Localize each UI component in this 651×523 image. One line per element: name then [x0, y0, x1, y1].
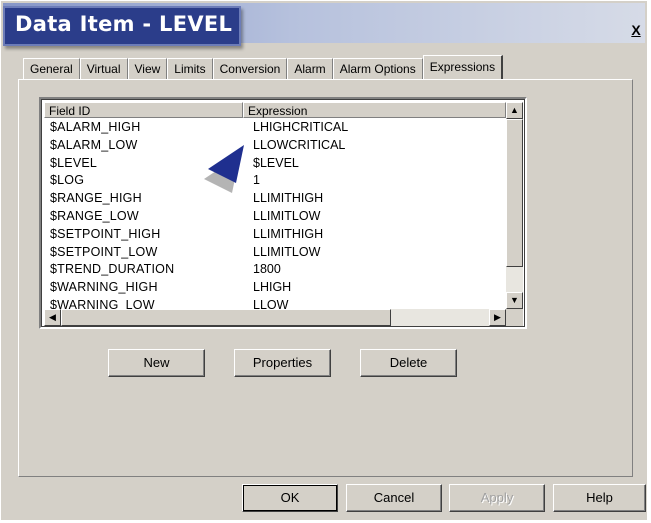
expressions-list[interactable]: Field ID Expression $ALARM_HIGH LHIGHCRIT… [39, 97, 527, 329]
ok-button[interactable]: OK [242, 484, 338, 512]
tab-virtual[interactable]: Virtual [79, 58, 128, 79]
tab-alarm-options[interactable]: Alarm Options [332, 58, 423, 79]
expression-cell: 1800 [253, 262, 281, 277]
table-row[interactable]: $LEVEL $LEVEL [44, 155, 506, 173]
table-row[interactable]: $ALARM_HIGH LHIGHCRITICAL [44, 119, 506, 137]
scroll-right-arrow-icon[interactable]: ▶ [489, 309, 506, 326]
scroll-down-arrow-icon[interactable]: ▼ [506, 292, 523, 309]
data-item-dialog: Data Item - LEVEL X General Virtual View… [0, 0, 648, 521]
field-id-cell: $TREND_DURATION [50, 262, 175, 277]
column-header-expression[interactable]: Expression [243, 102, 506, 118]
properties-button[interactable]: Properties [234, 349, 331, 377]
scroll-up-arrow-icon[interactable]: ▲ [506, 102, 523, 119]
column-header-field-id[interactable]: Field ID [44, 102, 243, 118]
window-title: Data Item - LEVEL [15, 12, 233, 36]
table-row[interactable]: $ALARM_LOW LLOWCRITICAL [44, 137, 506, 155]
help-button[interactable]: Help [553, 484, 646, 512]
table-row[interactable]: $LOG 1 [44, 172, 506, 190]
tab-strip: General Virtual View Limits Conversion A… [23, 55, 504, 79]
table-row[interactable]: $SETPOINT_LOW LLIMITLOW [44, 244, 506, 262]
horizontal-scroll-thumb[interactable] [61, 309, 391, 326]
scrollbar-corner [506, 309, 523, 326]
horizontal-scrollbar[interactable]: ◀ ▶ [44, 309, 506, 326]
field-id-cell: $WARNING_HIGH [50, 280, 158, 295]
expression-cell: LLIMITHIGH [253, 226, 324, 241]
tab-view[interactable]: View [127, 58, 168, 79]
expression-cell: LLIMITLOW [253, 208, 321, 223]
list-header: Field ID Expression [44, 102, 506, 120]
table-row[interactable]: $WARNING_HIGH LHIGH [44, 279, 506, 297]
expression-cell: $LEVEL [253, 155, 299, 170]
cancel-button[interactable]: Cancel [346, 484, 442, 512]
scroll-left-arrow-icon[interactable]: ◀ [44, 309, 61, 326]
expression-cell: LLIMITLOW [253, 244, 321, 259]
field-id-cell: $SETPOINT_LOW [50, 244, 158, 259]
table-row[interactable]: $SETPOINT_HIGH LLIMITHIGH [44, 226, 506, 244]
table-row[interactable]: $RANGE_HIGH LLIMITHIGH [44, 190, 506, 208]
delete-button[interactable]: Delete [360, 349, 457, 377]
vertical-scrollbar[interactable]: ▲ ▼ [506, 102, 523, 309]
apply-button[interactable]: Apply [449, 484, 545, 512]
table-row[interactable]: $WARNING_LOW LLOW [44, 297, 506, 309]
expression-cell: LLIMITHIGH [253, 191, 324, 206]
tab-alarm[interactable]: Alarm [287, 58, 333, 79]
table-row[interactable]: $RANGE_LOW LLIMITLOW [44, 208, 506, 226]
list-rows: $ALARM_HIGH LHIGHCRITICAL $ALARM_LOW LLOWCR… [44, 119, 506, 309]
window-title-badge: Data Item - LEVEL [3, 6, 241, 46]
tab-expressions[interactable]: Expressions [422, 55, 504, 79]
tab-general[interactable]: General [23, 58, 80, 79]
mouse-pointer-icon [204, 145, 244, 193]
expression-cell: LLOW [253, 297, 289, 309]
vertical-scroll-thumb[interactable] [506, 119, 523, 267]
field-id-cell: $RANGE_LOW [50, 208, 139, 223]
new-button[interactable]: New [108, 349, 205, 377]
expression-cell: LLOWCRITICAL [253, 137, 346, 152]
expression-cell: 1 [253, 173, 260, 188]
tab-conversion[interactable]: Conversion [212, 58, 288, 79]
close-button[interactable]: X [628, 23, 644, 39]
expression-cell: LHIGHCRITICAL [253, 120, 349, 134]
expression-cell: LHIGH [253, 280, 292, 295]
field-id-cell: $SETPOINT_HIGH [50, 226, 161, 241]
tab-limits[interactable]: Limits [167, 58, 213, 79]
field-id-cell: $WARNING_LOW [50, 297, 155, 309]
table-row[interactable]: $TREND_DURATION 1800 [44, 261, 506, 279]
